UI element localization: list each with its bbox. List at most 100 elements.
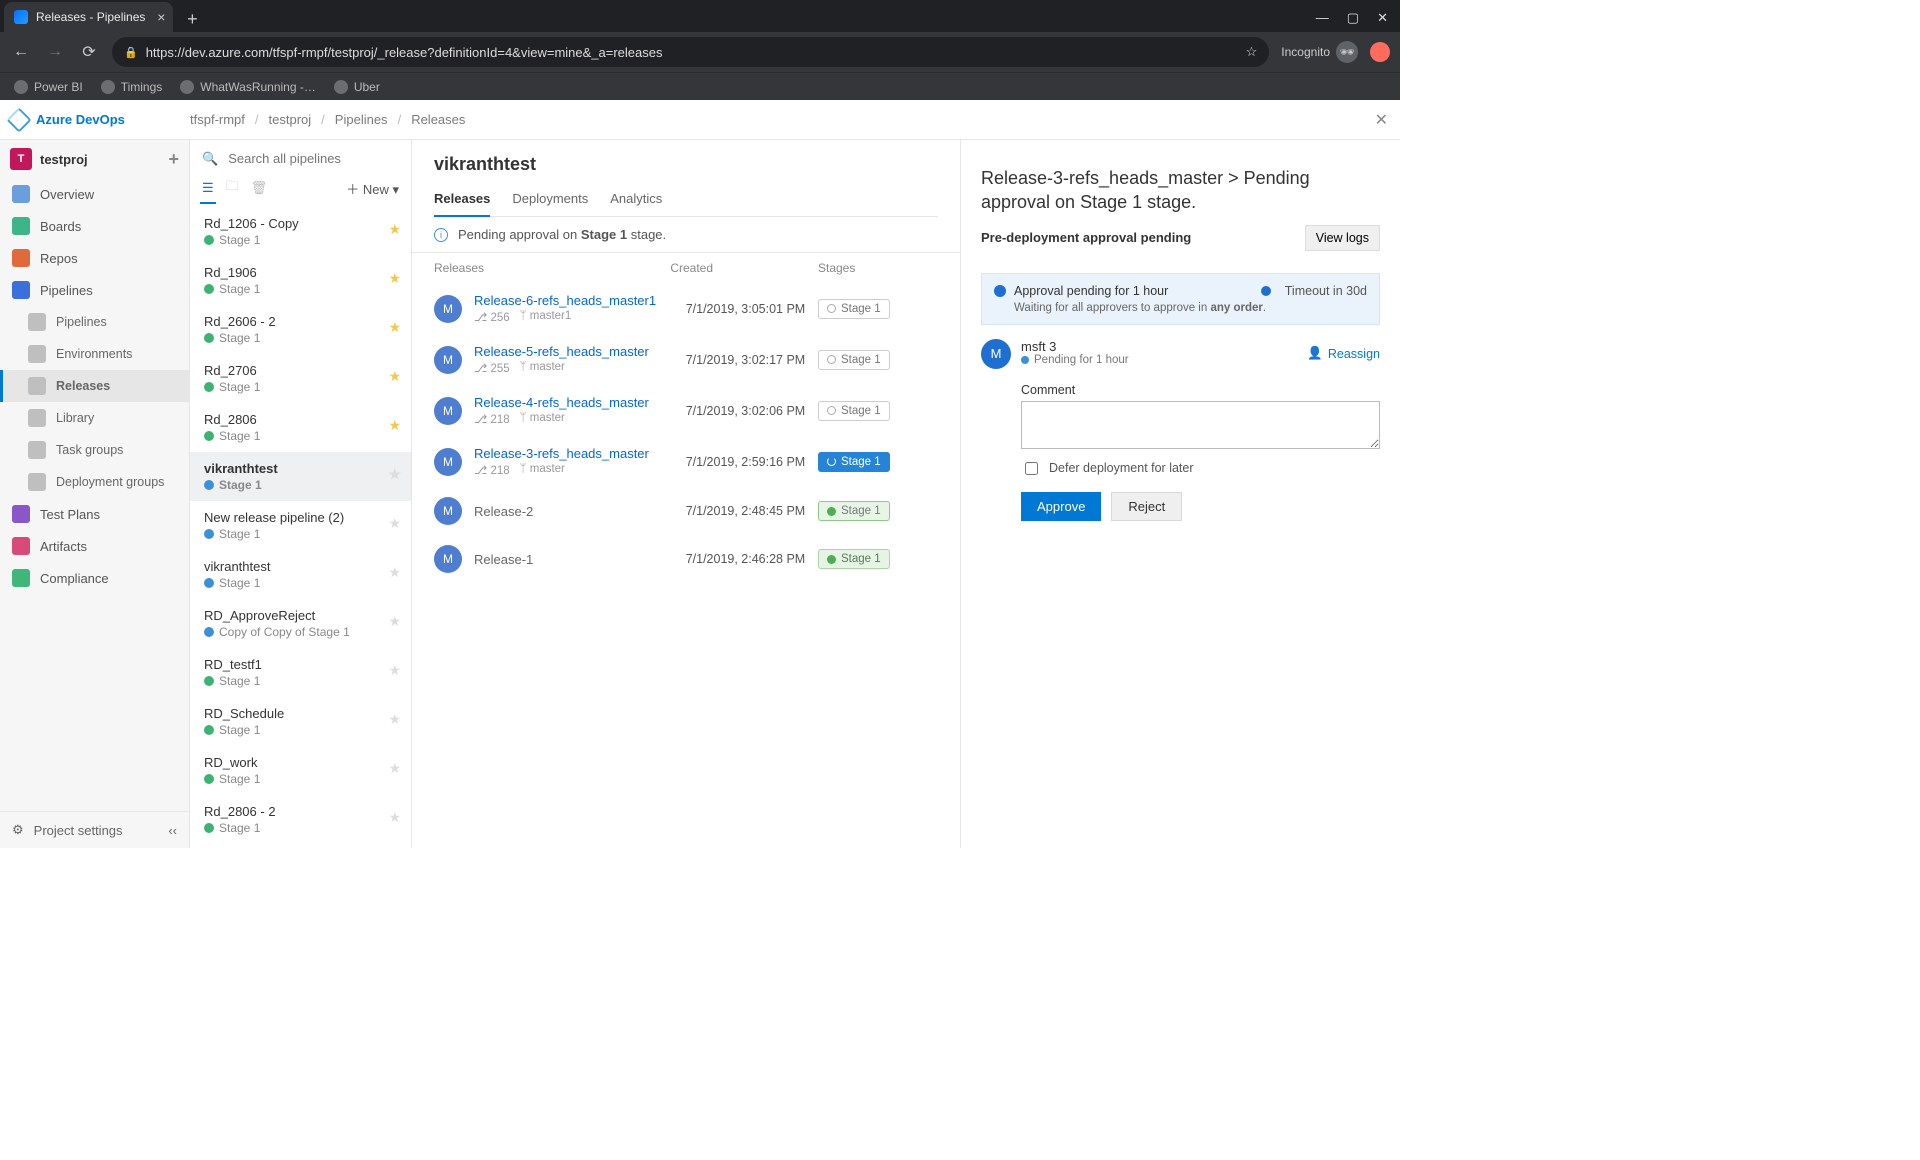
nav-sub-environments[interactable]: Environments [0, 338, 189, 370]
pipeline-item[interactable]: Rd_2606 - 2Stage 1★ [190, 305, 411, 354]
defer-checkbox[interactable]: Defer deployment for later [1021, 459, 1380, 478]
project-switcher[interactable]: T testproj + [0, 140, 189, 178]
stage-pill[interactable]: Stage 1 [818, 452, 890, 472]
project-settings[interactable]: ⚙ Project settings ‹‹ [0, 811, 189, 848]
window-close-icon[interactable]: ✕ [1377, 10, 1388, 26]
release-row[interactable]: MRelease-17/1/2019, 2:46:28 PM Stage 1 [412, 535, 960, 583]
bookmark-item[interactable]: WhatWasRunning -… [180, 80, 316, 94]
release-title[interactable]: Release-5-refs_heads_master [474, 344, 686, 359]
pipeline-item[interactable]: Rd_2806 - 2Stage 1★ [190, 795, 411, 844]
search-input[interactable]: 🔍 [190, 140, 411, 177]
product-logo[interactable]: Azure DevOps [10, 111, 190, 129]
bookmark-item[interactable]: Timings [101, 80, 163, 94]
new-tab-button[interactable]: + [179, 6, 205, 32]
trash-icon[interactable]: 🗑 [251, 180, 268, 196]
pipeline-item[interactable]: Rd_1906Stage 1★ [190, 256, 411, 305]
release-row[interactable]: MRelease-6-refs_heads_master1⎇ 256ᛘ mast… [412, 283, 960, 334]
release-title[interactable]: Release-3-refs_heads_master [474, 446, 686, 461]
address-bar[interactable]: 🔒 https://dev.azure.com/tfspf-rmpf/testp… [112, 37, 1269, 67]
reassign-link[interactable]: 👤 Reassign [1307, 339, 1380, 369]
nav-item-compliance[interactable]: Compliance [0, 562, 189, 594]
star-icon[interactable]: ★ [388, 319, 401, 336]
stage-pill[interactable]: Stage 1 [818, 401, 890, 421]
nav-sub-deployment-groups[interactable]: Deployment groups [0, 466, 189, 498]
release-title[interactable]: Release-4-refs_heads_master [474, 395, 686, 410]
stage-pill[interactable]: Stage 1 [818, 350, 890, 370]
reject-button[interactable]: Reject [1111, 492, 1182, 521]
profile-avatar[interactable] [1370, 42, 1390, 62]
pipeline-item[interactable]: Rd_2706Stage 1★ [190, 354, 411, 403]
comment-input[interactable] [1021, 401, 1380, 449]
star-icon[interactable]: ★ [388, 760, 401, 777]
star-icon[interactable]: ★ [388, 515, 401, 532]
folder-icon[interactable]: 🗀 [226, 177, 239, 199]
nav-item-repos[interactable]: Repos [0, 242, 189, 274]
breadcrumb-item[interactable]: Releases [411, 112, 465, 127]
stage-pill[interactable]: Stage 1 [818, 549, 890, 569]
bookmark-item[interactable]: Power BI [14, 80, 83, 94]
stage-pill[interactable]: Stage 1 [818, 501, 890, 521]
star-icon[interactable]: ★ [388, 417, 401, 434]
pipeline-item[interactable]: RD_ApproveRejectCopy of Copy of Stage 1★ [190, 599, 411, 648]
stage-pill[interactable]: Stage 1 [818, 299, 890, 319]
nav-item-artifacts[interactable]: Artifacts [0, 530, 189, 562]
window-maximize-icon[interactable]: ▢ [1347, 10, 1359, 26]
page-title: vikranthtest [434, 154, 938, 175]
release-title[interactable]: Release-2 [474, 504, 686, 519]
bookmark-item[interactable]: Uber [334, 80, 380, 94]
close-panel-icon[interactable]: ✕ [1375, 110, 1388, 130]
pipeline-item[interactable]: Rd_1206 - CopyStage 1★ [190, 207, 411, 256]
star-icon[interactable]: ★ [388, 221, 401, 238]
star-icon[interactable]: ★ [388, 368, 401, 385]
nav-item-overview[interactable]: Overview [0, 178, 189, 210]
add-icon[interactable]: + [168, 149, 179, 170]
breadcrumb-item[interactable]: tfspf-rmpf [190, 112, 245, 127]
star-icon[interactable]: ★ [388, 613, 401, 630]
pipeline-item[interactable]: vikranthtestStage 1★ [190, 452, 411, 501]
tab-releases[interactable]: Releases [434, 185, 490, 216]
window-minimize-icon[interactable]: — [1316, 10, 1329, 26]
nav-item-test-plans[interactable]: Test Plans [0, 498, 189, 530]
pipeline-item[interactable]: Rd_2806Stage 1★ [190, 403, 411, 452]
nav-sub-library[interactable]: Library [0, 402, 189, 434]
forward-button[interactable]: → [44, 43, 66, 61]
close-tab-icon[interactable]: × [157, 10, 165, 24]
browser-tab[interactable]: Releases - Pipelines × [4, 2, 173, 32]
star-icon[interactable]: ☆ [1246, 44, 1258, 60]
view-logs-button[interactable]: View logs [1305, 225, 1380, 251]
star-icon[interactable]: ★ [388, 466, 401, 483]
nav-sub-pipelines[interactable]: Pipelines [0, 306, 189, 338]
incognito-badge: Incognito 🕶 [1281, 41, 1358, 63]
nav-sub-task-groups[interactable]: Task groups [0, 434, 189, 466]
pipeline-item[interactable]: vikranthtestStage 1★ [190, 550, 411, 599]
nav-item-pipelines[interactable]: Pipelines [0, 274, 189, 306]
pipeline-item[interactable]: New release pipeline (2)Stage 1★ [190, 501, 411, 550]
view-list-icon[interactable]: ☰ [202, 180, 214, 196]
star-icon[interactable]: ★ [388, 564, 401, 581]
release-title[interactable]: Release-6-refs_heads_master1 [474, 293, 686, 308]
pipeline-item[interactable]: RD_testf1Stage 1★ [190, 648, 411, 697]
pipeline-item[interactable]: RD_workStage 1★ [190, 746, 411, 795]
pipeline-item[interactable]: RD_ScheduleStage 1★ [190, 697, 411, 746]
release-row[interactable]: MRelease-27/1/2019, 2:48:45 PM Stage 1 [412, 487, 960, 535]
nav-sub-releases[interactable]: Releases [0, 370, 189, 402]
star-icon[interactable]: ★ [388, 270, 401, 287]
star-icon[interactable]: ★ [388, 809, 401, 826]
new-pipeline-button[interactable]: ＋ New ▾ [346, 179, 399, 198]
release-row[interactable]: MRelease-5-refs_heads_master⎇ 255ᛘ maste… [412, 334, 960, 385]
reload-button[interactable]: ⟳ [78, 42, 100, 62]
breadcrumb-item[interactable]: Pipelines [335, 112, 388, 127]
release-title[interactable]: Release-1 [474, 552, 686, 567]
chevron-left-icon[interactable]: ‹‹ [168, 823, 177, 838]
release-row[interactable]: MRelease-4-refs_heads_master⎇ 218ᛘ maste… [412, 385, 960, 436]
tab-analytics[interactable]: Analytics [610, 185, 662, 216]
tab-favicon [14, 10, 28, 24]
release-row[interactable]: MRelease-3-refs_heads_master⎇ 218ᛘ maste… [412, 436, 960, 487]
nav-item-boards[interactable]: Boards [0, 210, 189, 242]
approve-button[interactable]: Approve [1021, 492, 1101, 521]
back-button[interactable]: ← [10, 43, 32, 61]
star-icon[interactable]: ★ [388, 662, 401, 679]
tab-deployments[interactable]: Deployments [512, 185, 588, 216]
star-icon[interactable]: ★ [388, 711, 401, 728]
breadcrumb-item[interactable]: testproj [269, 112, 312, 127]
